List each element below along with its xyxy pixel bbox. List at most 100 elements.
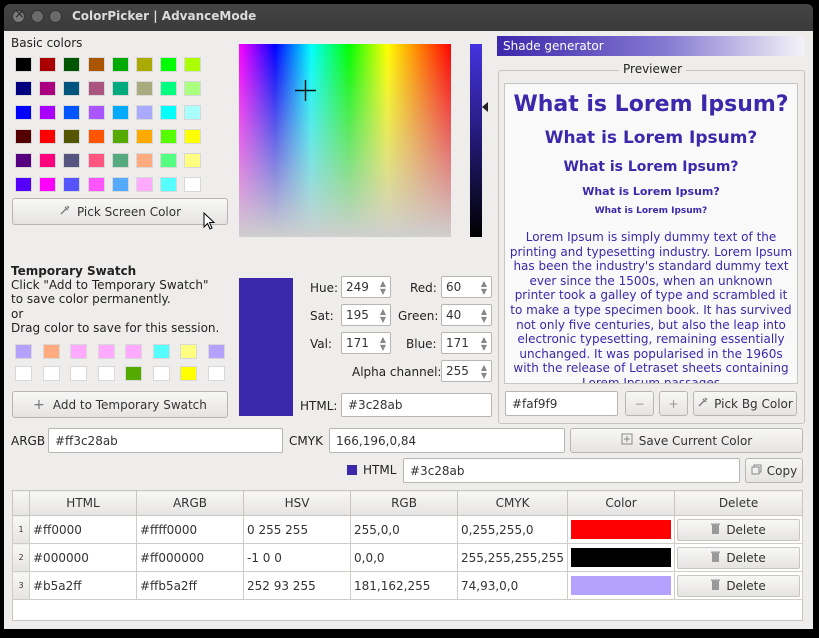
hsv-cell[interactable]: -1 0 0 [243,543,351,572]
delete-button[interactable]: Delete [677,518,800,541]
pick-bg-color-button[interactable]: Pick Bg Color [693,391,797,416]
row-number-cell[interactable]: 1 [12,515,30,544]
temporary-swatch-color[interactable] [15,344,32,359]
html-copy-input[interactable]: #3c28ab [403,458,740,483]
basic-color-swatch[interactable] [136,153,153,168]
basic-color-swatch[interactable] [184,57,202,72]
header-argb[interactable]: ARGB [136,490,244,516]
header-html[interactable]: HTML [29,490,137,516]
save-current-color-button[interactable]: Save Current Color [570,428,803,453]
basic-color-swatch[interactable] [160,153,178,168]
basic-color-swatch[interactable] [87,153,105,168]
basic-color-swatch[interactable] [63,81,81,96]
bg-plus-button[interactable]: + [659,391,688,416]
temporary-swatch-color[interactable] [152,344,170,359]
blue-spinbox[interactable]: 171 ▲ ▼ [441,332,492,354]
minimize-icon[interactable] [31,10,44,23]
basic-color-swatch[interactable] [39,81,57,96]
bg-color-input[interactable]: #faf9f9 [505,391,618,416]
cmyk-input[interactable]: 166,196,0,84 [329,428,565,453]
header-cmyk[interactable]: CMYK [456,490,569,516]
basic-color-swatch[interactable] [111,153,129,168]
basic-color-swatch[interactable] [111,81,129,96]
argb-input[interactable]: #ff3c28ab [48,428,283,453]
basic-color-swatch[interactable] [136,129,153,144]
table-row[interactable]: 3 #b5a2ff #ffb5a2ff 252 93 255 181,162,255 74… [12,571,803,600]
temporary-swatch-color[interactable] [180,366,197,381]
header-hsv[interactable]: HSV [243,490,351,516]
basic-color-swatch[interactable] [87,57,105,72]
delete-button[interactable]: Delete [677,546,800,569]
basic-color-swatch[interactable] [136,81,153,96]
basic-color-swatch[interactable] [184,129,202,144]
html-cell[interactable]: #b5a2ff [29,571,137,600]
basic-color-swatch[interactable] [39,57,57,72]
basic-color-swatch[interactable] [184,177,202,192]
basic-color-swatch[interactable] [87,105,105,120]
row-number-cell[interactable]: 3 [12,571,30,600]
basic-color-swatch[interactable] [39,105,57,120]
sat-spinbox[interactable]: 195 ▲ ▼ [341,304,391,326]
argb-cell[interactable]: #ffb5a2ff [136,571,244,600]
basic-color-swatch[interactable] [15,105,32,120]
temporary-swatch-color[interactable] [70,344,87,359]
temporary-swatch-color[interactable] [207,344,225,359]
html-input[interactable]: #3c28ab [341,393,492,417]
basic-color-swatch[interactable] [160,57,178,72]
temporary-swatch-color[interactable] [180,344,197,359]
basic-color-swatch[interactable] [63,105,81,120]
basic-color-swatch[interactable] [136,105,153,120]
basic-color-swatch[interactable] [15,153,32,168]
rgb-cell[interactable]: 181,162,255 [350,571,458,600]
temporary-swatch-color[interactable] [70,366,87,381]
add-to-temporary-swatch-button[interactable]: + Add to Temporary Swatch [12,391,228,418]
rgb-cell[interactable]: 0,0,0 [350,543,458,572]
hue-spinbox[interactable]: 249 ▲ ▼ [341,276,391,298]
basic-color-swatch[interactable] [111,105,129,120]
bg-minus-button[interactable]: − [625,391,654,416]
basic-color-swatch[interactable] [160,177,178,192]
header-color[interactable]: Color [567,490,676,516]
header-delete[interactable]: Delete [674,490,803,516]
basic-color-swatch[interactable] [160,105,178,120]
basic-color-swatch[interactable] [63,57,81,72]
green-spinbox[interactable]: 40 ▲ ▼ [441,304,492,326]
temporary-swatch-color[interactable] [42,344,60,359]
basic-color-swatch[interactable] [39,129,57,144]
hsv-cell[interactable]: 252 93 255 [243,571,351,600]
table-row[interactable]: 1 #ff0000 #ffff0000 0 255 255 255,0,0 0,255,2… [12,515,803,544]
basic-color-swatch[interactable] [136,177,153,192]
table-row[interactable]: 2 #000000 #ff000000 -1 0 0 0,0,0 255,255,255,… [12,543,803,572]
basic-color-swatch[interactable] [15,81,32,96]
basic-color-swatch[interactable] [39,177,57,192]
html-cell[interactable]: #ff0000 [29,515,137,544]
maximize-icon[interactable] [49,10,62,23]
basic-color-swatch[interactable] [15,177,32,192]
basic-color-swatch[interactable] [184,153,202,168]
cmyk-cell[interactable]: 255,255,255,255 [456,543,569,572]
temporary-swatch-color[interactable] [125,344,142,359]
html-cell[interactable]: #000000 [29,543,137,572]
temporary-swatch-color[interactable] [207,366,225,381]
temporary-swatch-color[interactable] [15,366,32,381]
basic-color-swatch[interactable] [111,57,129,72]
basic-color-swatch[interactable] [87,177,105,192]
basic-color-swatch[interactable] [184,81,202,96]
temporary-swatch-color[interactable] [97,366,115,381]
basic-color-swatch[interactable] [15,129,32,144]
basic-color-swatch[interactable] [63,153,81,168]
value-slider[interactable] [470,44,482,237]
basic-color-swatch[interactable] [136,57,153,72]
shade-generator-bar[interactable]: Shade generator [497,36,804,56]
copy-button[interactable]: Copy [745,458,803,483]
basic-color-swatch[interactable] [87,81,105,96]
red-spinbox[interactable]: 60 ▲ ▼ [441,276,492,298]
temporary-swatch-color[interactable] [42,366,60,381]
close-icon[interactable] [12,7,25,23]
row-number-cell[interactable]: 2 [12,543,30,572]
basic-color-swatch[interactable] [63,177,81,192]
cmyk-cell[interactable]: 0,255,255,0 [456,515,569,544]
color-field[interactable] [239,44,451,237]
hsv-cell[interactable]: 0 255 255 [243,515,351,544]
pick-screen-color-button[interactable]: Pick Screen Color [12,198,228,225]
